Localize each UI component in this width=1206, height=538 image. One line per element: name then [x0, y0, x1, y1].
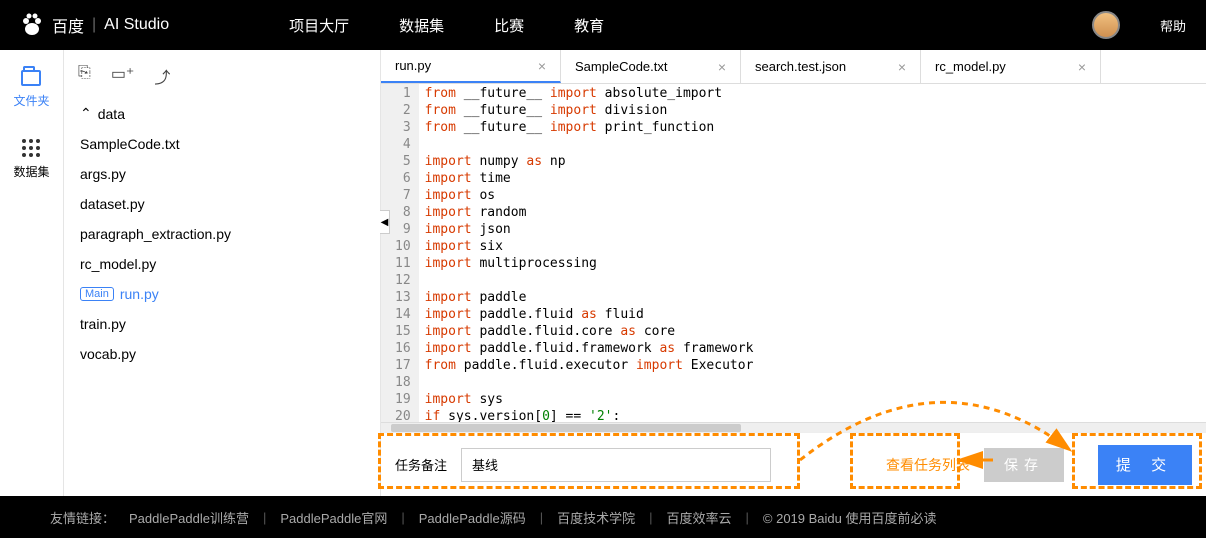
nav-projects[interactable]: 项目大厅: [289, 15, 349, 36]
view-tasks-link[interactable]: 查看任务列表: [886, 455, 970, 475]
close-icon[interactable]: ×: [718, 59, 726, 75]
footer-label: 友情链接：: [50, 508, 115, 527]
tree-file[interactable]: SampleCode.txt: [74, 129, 370, 159]
brand-divider: |: [92, 16, 96, 34]
tree-file[interactable]: paragraph_extraction.py: [74, 219, 370, 249]
rail-dataset[interactable]: 数据集: [13, 139, 49, 180]
rail-files-label: 文件夹: [13, 92, 49, 109]
sidebar-tools: ⎘ ▭⁺ ⤴: [64, 60, 380, 98]
left-rail: 文件夹 数据集: [0, 50, 64, 496]
footer-copyright: © 2019 Baidu 使用百度前必读: [763, 508, 937, 527]
editor-tabs: run.py× SampleCode.txt× search.test.json…: [381, 50, 1206, 84]
save-button[interactable]: 保存: [984, 448, 1064, 482]
footer-link[interactable]: 百度技术学院: [557, 508, 635, 527]
header-right: 帮助: [1092, 11, 1186, 39]
tree-file[interactable]: train.py: [74, 309, 370, 339]
footer-link[interactable]: PaddlePaddle训练营: [129, 508, 249, 527]
brand-cn: 百度: [52, 13, 84, 37]
dataset-icon: [22, 139, 40, 157]
tree-file[interactable]: args.py: [74, 159, 370, 189]
close-icon[interactable]: ×: [1078, 59, 1086, 75]
tree-file[interactable]: rc_model.py: [74, 249, 370, 279]
rail-files[interactable]: 文件夹: [13, 70, 49, 109]
footer: 友情链接： PaddlePaddle训练营| PaddlePaddle官网| P…: [0, 496, 1206, 538]
top-nav: 项目大厅 数据集 比赛 教育: [289, 15, 604, 36]
tab-run-py[interactable]: run.py×: [381, 50, 561, 83]
task-note-input[interactable]: [461, 448, 771, 482]
folder-icon: [21, 70, 41, 86]
brand-sub: AI Studio: [104, 16, 169, 34]
tree-file-main[interactable]: Mainrun.py: [74, 279, 370, 309]
tree-file[interactable]: vocab.py: [74, 339, 370, 369]
editor: ◀ run.py× SampleCode.txt× search.test.js…: [380, 50, 1206, 496]
nav-datasets[interactable]: 数据集: [399, 15, 444, 36]
file-tree: ⌃data SampleCode.txt args.py dataset.py …: [64, 98, 380, 369]
avatar[interactable]: [1092, 11, 1120, 39]
close-icon[interactable]: ×: [898, 59, 906, 75]
new-file-icon[interactable]: ⎘: [78, 64, 91, 88]
file-sidebar: ⎘ ▭⁺ ⤴ ⌃ data SampleCode.txt args.py data…: [64, 50, 380, 496]
nav-education[interactable]: 教育: [574, 15, 604, 36]
scrollbar-thumb[interactable]: [391, 424, 741, 432]
code-area[interactable]: 123456789101112131415161718192021222324 …: [381, 84, 1206, 422]
tab-samplecode[interactable]: SampleCode.txt×: [561, 50, 741, 83]
tree-file[interactable]: dataset.py: [74, 189, 370, 219]
footer-link[interactable]: 百度效率云: [667, 508, 732, 527]
footer-link[interactable]: PaddlePaddle官网: [280, 508, 387, 527]
baidu-logo-icon: [20, 13, 44, 37]
submit-button[interactable]: 提 交: [1098, 445, 1192, 485]
tab-rc-model[interactable]: rc_model.py×: [921, 50, 1101, 83]
main-badge: Main: [80, 287, 114, 301]
top-header: 百度 | AI Studio 项目大厅 数据集 比赛 教育 帮助: [0, 0, 1206, 50]
tab-search-json[interactable]: search.test.json×: [741, 50, 921, 83]
line-gutter: 123456789101112131415161718192021222324: [381, 84, 419, 422]
tree-folder-label: data: [98, 106, 125, 122]
h-scrollbar[interactable]: [381, 422, 1206, 432]
collapse-sidebar-handle[interactable]: ◀: [380, 210, 390, 234]
chevron-down-icon: ⌃: [80, 105, 92, 122]
task-note-label: 任务备注: [395, 455, 447, 474]
tree-folder-data[interactable]: ⌃ data: [74, 98, 370, 129]
code-content[interactable]: from __future__ import absolute_importfr…: [419, 84, 760, 422]
logo[interactable]: 百度 | AI Studio: [20, 13, 169, 37]
rail-dataset-label: 数据集: [13, 163, 49, 180]
bottom-bar: 任务备注 查看任务列表 保存 提 交: [381, 432, 1206, 496]
upload-icon[interactable]: ⤴: [154, 64, 170, 88]
new-folder-icon[interactable]: ▭⁺: [111, 64, 135, 88]
close-icon[interactable]: ×: [538, 58, 546, 74]
help-link[interactable]: 帮助: [1160, 16, 1186, 35]
footer-link[interactable]: PaddlePaddle源码: [419, 508, 526, 527]
main: 文件夹 数据集 ⎘ ▭⁺ ⤴ ⌃ data SampleCode.txt args…: [0, 50, 1206, 496]
nav-competitions[interactable]: 比赛: [494, 15, 524, 36]
